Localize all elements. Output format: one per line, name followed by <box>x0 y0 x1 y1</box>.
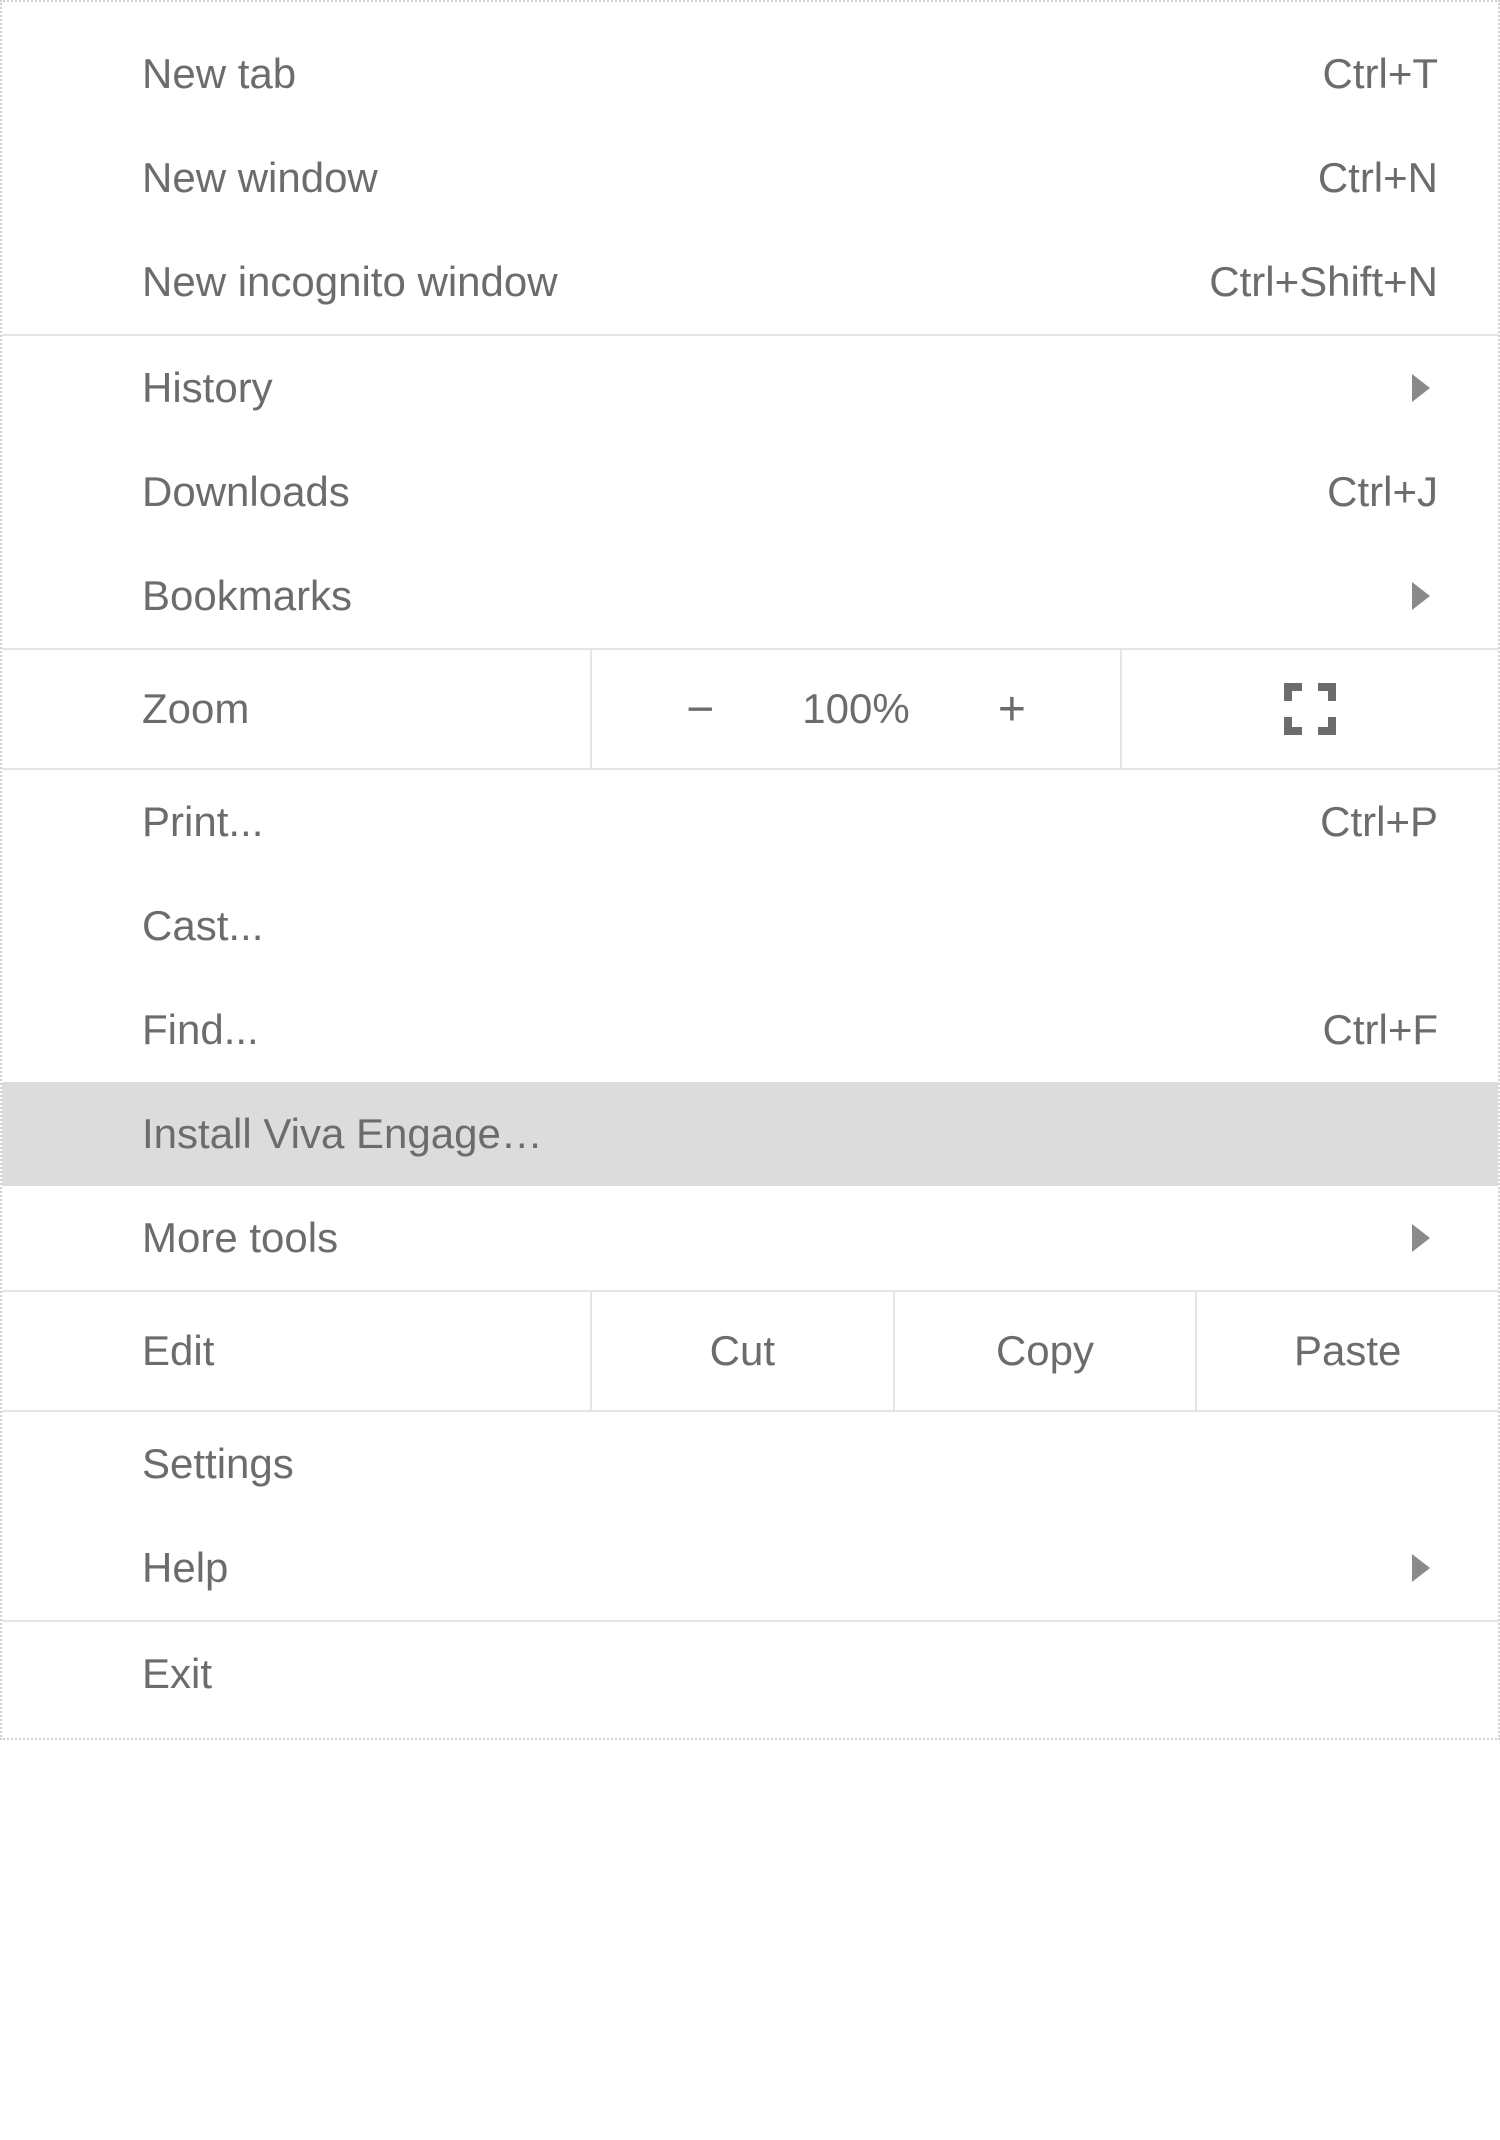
zoom-label: Zoom <box>142 685 249 733</box>
new-tab-shortcut: Ctrl+T <box>1323 50 1439 98</box>
new-incognito-item[interactable]: New incognito window Ctrl+Shift+N <box>2 230 1498 334</box>
copy-button[interactable]: Copy <box>895 1292 1198 1410</box>
install-app-item[interactable]: Install Viva Engage… <box>2 1082 1498 1186</box>
new-tab-label: New tab <box>142 50 296 98</box>
fullscreen-icon <box>1280 679 1340 739</box>
downloads-item[interactable]: Downloads Ctrl+J <box>2 440 1498 544</box>
paste-label: Paste <box>1294 1327 1401 1375</box>
exit-label: Exit <box>142 1650 212 1698</box>
print-item[interactable]: Print... Ctrl+P <box>2 770 1498 874</box>
more-tools-label: More tools <box>142 1214 338 1262</box>
menu-section-history: History Downloads Ctrl+J Bookmarks <box>2 336 1498 650</box>
bookmarks-label: Bookmarks <box>142 572 352 620</box>
downloads-label: Downloads <box>142 468 350 516</box>
print-shortcut: Ctrl+P <box>1320 798 1438 846</box>
edit-row: Edit Cut Copy Paste <box>2 1292 1498 1410</box>
chevron-right-icon <box>1412 374 1430 402</box>
edit-label: Edit <box>142 1327 214 1375</box>
zoom-in-button[interactable]: + <box>978 682 1046 737</box>
chevron-right-icon <box>1412 1554 1430 1582</box>
help-label: Help <box>142 1544 228 1592</box>
exit-item[interactable]: Exit <box>2 1622 1498 1738</box>
more-tools-item[interactable]: More tools <box>2 1186 1498 1290</box>
menu-section-tabs: New tab Ctrl+T New window Ctrl+N New inc… <box>2 22 1498 336</box>
downloads-shortcut: Ctrl+J <box>1327 468 1438 516</box>
new-incognito-shortcut: Ctrl+Shift+N <box>1209 258 1438 306</box>
zoom-row: Zoom − 100% + <box>2 650 1498 768</box>
paste-button[interactable]: Paste <box>1197 1292 1498 1410</box>
help-item[interactable]: Help <box>2 1516 1498 1620</box>
menu-section-tools: Print... Ctrl+P Cast... Find... Ctrl+F I… <box>2 770 1498 1292</box>
find-shortcut: Ctrl+F <box>1323 1006 1439 1054</box>
find-label: Find... <box>142 1006 259 1054</box>
edit-label-cell: Edit <box>2 1292 592 1410</box>
menu-section-edit: Edit Cut Copy Paste <box>2 1292 1498 1412</box>
cut-label: Cut <box>710 1327 775 1375</box>
menu-section-exit: Exit <box>2 1622 1498 1738</box>
chevron-right-icon <box>1412 1224 1430 1252</box>
cut-button[interactable]: Cut <box>592 1292 895 1410</box>
copy-label: Copy <box>996 1327 1094 1375</box>
cast-item[interactable]: Cast... <box>2 874 1498 978</box>
history-label: History <box>142 364 273 412</box>
new-window-shortcut: Ctrl+N <box>1318 154 1438 202</box>
find-item[interactable]: Find... Ctrl+F <box>2 978 1498 1082</box>
new-window-label: New window <box>142 154 378 202</box>
new-incognito-label: New incognito window <box>142 258 558 306</box>
new-window-item[interactable]: New window Ctrl+N <box>2 126 1498 230</box>
browser-menu: New tab Ctrl+T New window Ctrl+N New inc… <box>0 0 1500 1740</box>
menu-section-settings: Settings Help <box>2 1412 1498 1622</box>
install-app-label: Install Viva Engage… <box>142 1110 543 1158</box>
settings-item[interactable]: Settings <box>2 1412 1498 1516</box>
menu-section-zoom: Zoom − 100% + <box>2 650 1498 770</box>
zoom-label-cell: Zoom <box>2 650 592 768</box>
bookmarks-item[interactable]: Bookmarks <box>2 544 1498 648</box>
settings-label: Settings <box>142 1440 294 1488</box>
new-tab-item[interactable]: New tab Ctrl+T <box>2 22 1498 126</box>
cast-label: Cast... <box>142 902 263 950</box>
history-item[interactable]: History <box>2 336 1498 440</box>
zoom-out-button[interactable]: − <box>666 682 734 737</box>
fullscreen-button[interactable] <box>1122 650 1498 768</box>
chevron-right-icon <box>1412 582 1430 610</box>
zoom-value: 100% <box>802 685 909 733</box>
print-label: Print... <box>142 798 263 846</box>
zoom-controls: − 100% + <box>592 650 1122 768</box>
